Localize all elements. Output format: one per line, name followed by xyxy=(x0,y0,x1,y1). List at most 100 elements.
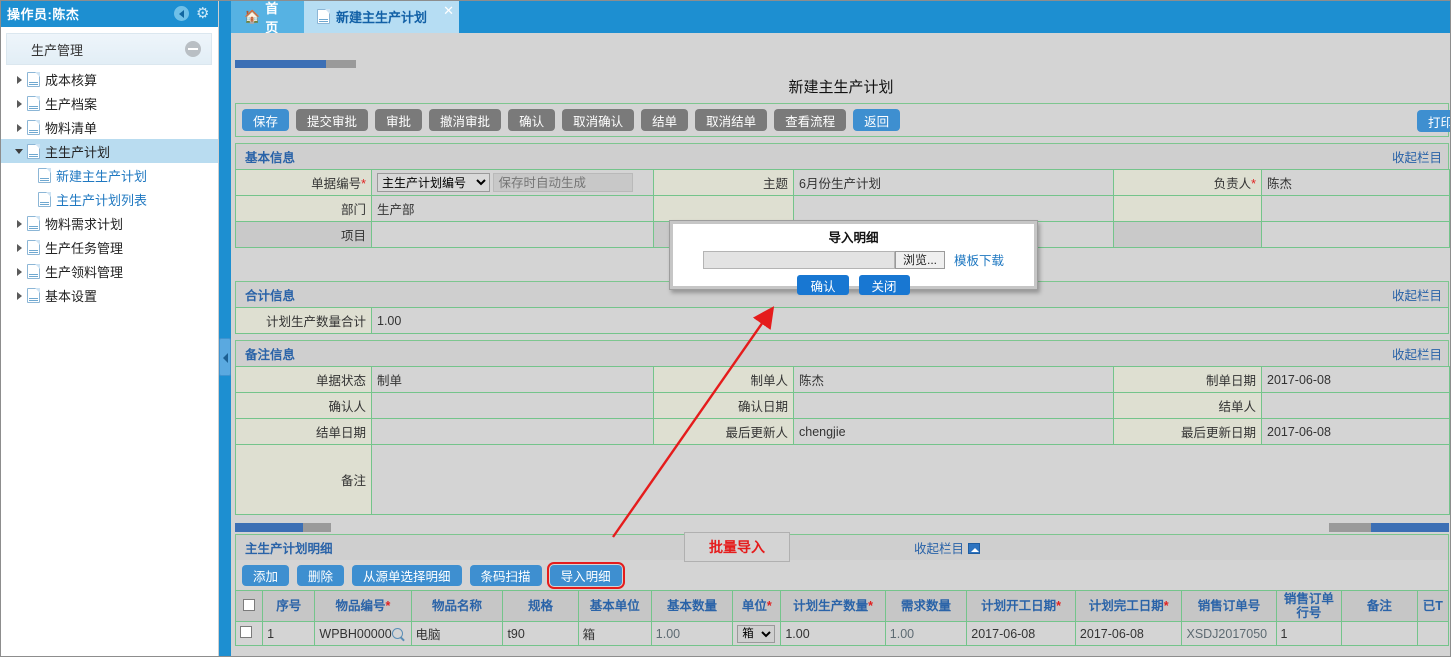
dialog-close-button[interactable]: 关闭 xyxy=(859,275,910,295)
cell-plan-qty[interactable]: 1.00 xyxy=(781,622,885,646)
cell-truncated[interactable] xyxy=(1417,622,1448,646)
view-flow-button[interactable]: 查看流程 xyxy=(774,109,846,131)
col-so-no[interactable]: 销售订单号 xyxy=(1182,591,1276,622)
close-order-button[interactable]: 结单 xyxy=(641,109,688,131)
barcode-scan-button[interactable]: 条码扫描 xyxy=(470,565,542,586)
chevron-right-icon[interactable] xyxy=(14,218,25,229)
scrollbar-thumb[interactable] xyxy=(235,523,303,532)
tab-new-master-plan[interactable]: 新建主生产计划 ✕ xyxy=(304,0,459,33)
sidebar-item-zhushengchanjihualiebiao[interactable]: 主生产计划列表 xyxy=(0,187,218,211)
cell-base-qty[interactable]: 1.00 xyxy=(651,622,732,646)
chevron-right-icon[interactable] xyxy=(14,242,25,253)
scrollbar-track-segment[interactable] xyxy=(1329,523,1371,532)
col-base-unit[interactable]: 基本单位 xyxy=(578,591,651,622)
back-circle-icon[interactable] xyxy=(174,6,189,21)
collapse-minus-icon[interactable] xyxy=(185,41,201,57)
checkbox-icon[interactable] xyxy=(240,626,252,638)
print-button[interactable]: 打印 xyxy=(1417,110,1451,132)
sidebar-item-shengchandangan[interactable]: 生产档案 xyxy=(0,91,218,115)
gear-icon[interactable]: ⚙ xyxy=(196,6,211,21)
doc-no-prefix-select[interactable]: 主生产计划编号 xyxy=(377,173,490,192)
col-plan-start[interactable]: 计划开工日期* xyxy=(967,591,1076,622)
chevron-right-icon[interactable] xyxy=(14,122,25,133)
cancel-close-button[interactable]: 取消结单 xyxy=(695,109,767,131)
cell-item-no[interactable]: WPBH00000 xyxy=(315,622,411,646)
collapse-arrow-icon[interactable] xyxy=(968,543,980,554)
scrollbar-track-segment[interactable] xyxy=(326,60,356,68)
owner-value[interactable]: 陈杰 xyxy=(1262,170,1450,196)
cell-plan-start[interactable]: 2017-06-08 xyxy=(967,622,1076,646)
delete-row-button[interactable]: 删除 xyxy=(297,565,344,586)
top-horizontal-scrollbar[interactable] xyxy=(235,58,1445,70)
sidebar-item-wuliaoxuqiujihua[interactable]: 物料需求计划 xyxy=(0,211,218,235)
collapse-columns-link[interactable]: 收起栏目 xyxy=(1392,344,1442,363)
dialog-confirm-button[interactable]: 确认 xyxy=(797,275,848,295)
chevron-right-icon[interactable] xyxy=(14,266,25,277)
project-value[interactable] xyxy=(372,222,654,248)
cell-spec[interactable]: t90 xyxy=(503,622,578,646)
col-item-no[interactable]: 物品编号* xyxy=(315,591,411,622)
browse-button[interactable]: 浏览... xyxy=(895,251,945,269)
sidebar-item-wuliaoqingdan[interactable]: 物料清单 xyxy=(0,115,218,139)
col-seq[interactable]: 序号 xyxy=(263,591,315,622)
sidebar-item-chengbenhesuan[interactable]: 成本核算 xyxy=(0,67,218,91)
template-download-link[interactable]: 模板下载 xyxy=(954,250,1004,269)
col-plan-end[interactable]: 计划完工日期* xyxy=(1075,591,1182,622)
file-path-input[interactable] xyxy=(703,251,895,269)
sidebar-item-xinjianzhushengchanjihua[interactable]: 新建主生产计划 xyxy=(0,163,218,187)
col-unit[interactable]: 单位* xyxy=(733,591,781,622)
cell-remark[interactable] xyxy=(1342,622,1417,646)
checkbox-icon[interactable] xyxy=(243,599,255,611)
empty-value-2[interactable] xyxy=(1262,196,1450,222)
col-so-line[interactable]: 销售订单行号 xyxy=(1276,591,1342,622)
col-truncated[interactable]: 已T xyxy=(1417,591,1448,622)
col-item-name[interactable]: 物品名称 xyxy=(411,591,503,622)
import-detail-button[interactable]: 导入明细 xyxy=(550,565,622,586)
collapse-columns-link[interactable]: 收起栏目 xyxy=(1392,285,1442,304)
unit-select[interactable]: 箱 xyxy=(737,625,775,643)
cell-plan-end[interactable]: 2017-06-08 xyxy=(1075,622,1182,646)
collapse-columns-link[interactable]: 收起栏目 xyxy=(914,538,980,557)
cell-so-line[interactable]: 1 xyxy=(1276,622,1342,646)
chevron-right-icon[interactable] xyxy=(14,74,25,85)
doc-no-input[interactable] xyxy=(493,173,633,192)
cell-base-unit[interactable]: 箱 xyxy=(578,622,651,646)
collapse-columns-link[interactable]: 收起栏目 xyxy=(1392,147,1442,166)
col-spec[interactable]: 规格 xyxy=(503,591,578,622)
back-button[interactable]: 返回 xyxy=(853,109,900,131)
cell-need-qty[interactable]: 1.00 xyxy=(885,622,966,646)
grid-select-all-header[interactable] xyxy=(236,591,263,622)
close-icon[interactable]: ✕ xyxy=(443,3,454,19)
select-from-source-button[interactable]: 从源单选择明细 xyxy=(352,565,462,586)
save-button[interactable]: 保存 xyxy=(242,109,289,131)
tab-home[interactable]: 🏠 首页 xyxy=(231,0,304,33)
cancel-approval-button[interactable]: 撤消审批 xyxy=(429,109,501,131)
cell-unit[interactable]: 箱 xyxy=(733,622,781,646)
empty-value-1[interactable] xyxy=(794,196,1114,222)
col-plan-qty[interactable]: 计划生产数量* xyxy=(781,591,885,622)
cell-so-no[interactable]: XSDJ2017050 xyxy=(1182,622,1276,646)
submit-approval-button[interactable]: 提交审批 xyxy=(296,109,368,131)
col-remark[interactable]: 备注 xyxy=(1342,591,1417,622)
confirm-button[interactable]: 确认 xyxy=(508,109,555,131)
chevron-right-icon[interactable] xyxy=(14,290,25,301)
chevron-down-icon[interactable] xyxy=(14,146,25,157)
dept-value[interactable]: 生产部 xyxy=(372,196,654,222)
search-icon[interactable] xyxy=(392,628,403,639)
remark-right-scrollbar[interactable] xyxy=(1329,522,1449,533)
sidebar-item-zhushengchanjihua[interactable]: 主生产计划 xyxy=(0,139,218,163)
col-base-qty[interactable]: 基本数量 xyxy=(651,591,732,622)
sidebar-item-shengchanlingliaoguanli[interactable]: 生产领料管理 xyxy=(0,259,218,283)
scrollbar-track-segment[interactable] xyxy=(303,523,331,532)
sidebar-item-shengchanrenwuguanli[interactable]: 生产任务管理 xyxy=(0,235,218,259)
sidebar-item-jibenshezhi[interactable]: 基本设置 xyxy=(0,283,218,307)
scrollbar-thumb[interactable] xyxy=(1371,523,1449,532)
remark-value[interactable] xyxy=(372,445,1450,515)
cancel-confirm-button[interactable]: 取消确认 xyxy=(562,109,634,131)
table-row[interactable]: 1 WPBH00000 电脑 t90 箱 1.00 箱 1.00 1.00 20… xyxy=(236,622,1449,646)
approve-button[interactable]: 审批 xyxy=(375,109,422,131)
cell-item-name[interactable]: 电脑 xyxy=(411,622,503,646)
col-need-qty[interactable]: 需求数量 xyxy=(885,591,966,622)
sidebar-group-header[interactable]: 生产管理 xyxy=(6,33,212,65)
scrollbar-thumb[interactable] xyxy=(235,60,326,68)
